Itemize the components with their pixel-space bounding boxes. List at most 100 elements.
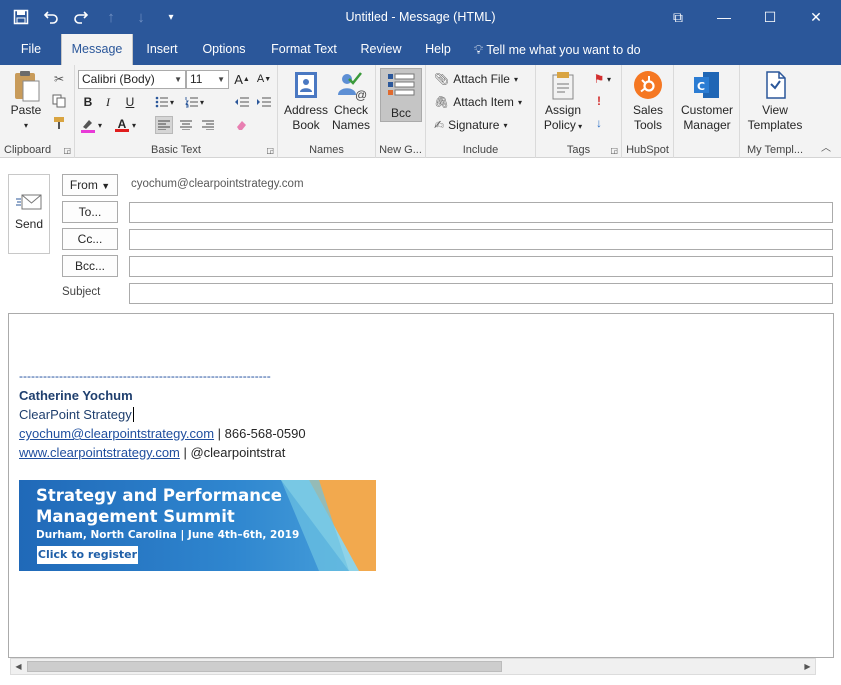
clipboard-icon [10, 69, 42, 102]
chevron-down-icon[interactable]: ▾ [197, 93, 207, 111]
hubspot-group-label: HubSpot [626, 144, 669, 156]
tab-review[interactable]: Review [356, 34, 406, 65]
basic-text-launcher-icon[interactable]: ◲ [266, 146, 274, 155]
signature-phone: | 866-568-0590 [214, 426, 306, 441]
signature-divider: ----------------------------------------… [19, 369, 271, 383]
chevron-down-icon[interactable]: ▾ [129, 116, 139, 134]
decrease-indent-icon[interactable] [233, 93, 251, 111]
chevron-down-icon[interactable]: ▾ [95, 116, 105, 134]
chevron-down-icon[interactable]: ▾ [167, 93, 177, 111]
summit-banner[interactable]: Strategy and Performance Management Summ… [19, 480, 376, 571]
banner-title-1: Strategy and Performance [36, 486, 282, 505]
subject-label: Subject [62, 286, 101, 298]
group-hubspot: Sales Tools HubSpot [622, 65, 674, 158]
names-group-label: Names [309, 144, 344, 156]
tags-group-label: Tags [566, 144, 591, 156]
attach-file-button[interactable]: 📎︎ Attach File ▾ [434, 69, 518, 89]
grow-font-icon[interactable]: A ▲ [233, 70, 251, 88]
tab-message[interactable]: Message [61, 34, 133, 65]
align-right-icon[interactable] [199, 116, 217, 134]
send-button[interactable]: Send [8, 174, 50, 254]
hubspot-icon [632, 69, 664, 101]
font-size-select[interactable]: 11 ▼ [186, 70, 229, 89]
low-importance-icon[interactable]: ↓ [590, 114, 608, 132]
maximize-button[interactable]: ☐ [747, 0, 793, 34]
italic-icon[interactable]: I [99, 93, 117, 111]
signature-handle: | @clearpointstrat [179, 445, 286, 460]
high-importance-icon[interactable]: ! [590, 92, 608, 110]
ribbon: Paste ▾ ✂ Clipboard ◲ Calibri (Body) ▼ 11… [0, 65, 841, 158]
scroll-left-icon[interactable]: ◀ [11, 659, 26, 674]
bcc-field[interactable] [129, 256, 833, 277]
address-book-button[interactable]: Address Book [282, 69, 330, 133]
click-to-register-button[interactable]: Click to register [37, 546, 138, 564]
increase-indent-icon[interactable] [255, 93, 273, 111]
group-customer-manager: C Customer Manager [674, 65, 740, 158]
tell-me-box[interactable]: 💡︎ Tell me what you want to do [474, 34, 654, 65]
align-center-icon[interactable] [177, 116, 195, 134]
policy-icon [547, 69, 579, 101]
group-names: Address Book @ Check Names Names [278, 65, 376, 158]
group-new: Bcc New G... [376, 65, 426, 158]
assign-policy-button[interactable]: Assign Policy ▾ [538, 69, 588, 134]
group-my-templates: View Templates My Templ... [740, 65, 810, 158]
bold-icon[interactable]: B [79, 93, 97, 111]
message-body[interactable]: ----------------------------------------… [8, 313, 834, 658]
cc-field[interactable] [129, 229, 833, 250]
chevron-down-icon: ▼ [217, 75, 225, 84]
paperclip-icon: 📎︎ [434, 72, 450, 86]
signature-website-link[interactable]: www.clearpointstrategy.com [19, 445, 180, 460]
my-templates-group-label: My Templ... [746, 144, 804, 156]
horizontal-scrollbar[interactable]: ◀ ▶ [10, 658, 816, 675]
templates-icon [759, 69, 791, 101]
clipboard-launcher-icon[interactable]: ◲ [63, 146, 71, 155]
group-include: 📎︎ Attach File ▾ 🖇︎ Attach Item ▾ ✍︎ Signatur… [426, 65, 536, 158]
tab-format-text[interactable]: Format Text [266, 34, 342, 65]
new-group-label: New G... [379, 144, 422, 156]
signature-button[interactable]: ✍︎ Signature ▾ [434, 115, 507, 135]
restore-ribbon-icon[interactable]: ⧉ [655, 0, 701, 34]
group-basic-text: Calibri (Body) ▼ 11 ▼ A ▲ A ▼ B I U ▾ ▾ ▾ A … [75, 65, 278, 158]
customer-manager-button[interactable]: C Customer Manager [676, 69, 738, 133]
attach-item-button[interactable]: 🖇︎ Attach Item ▾ [434, 92, 522, 112]
signature-icon: ✍︎ [434, 118, 445, 132]
tab-options[interactable]: Options [196, 34, 252, 65]
collapse-ribbon-icon[interactable]: ︿ [821, 139, 831, 154]
bcc-field-button[interactable]: Bcc... [62, 255, 118, 277]
from-button[interactable]: From ▼ [62, 174, 118, 196]
signature-email-link[interactable]: cyochum@clearpointstrategy.com [19, 426, 214, 441]
sales-tools-button[interactable]: Sales Tools [624, 69, 672, 133]
to-field[interactable] [129, 202, 833, 223]
view-templates-button[interactable]: View Templates [742, 69, 808, 133]
copy-icon[interactable] [50, 92, 68, 110]
scroll-right-icon[interactable]: ▶ [800, 659, 815, 674]
chevron-down-icon[interactable]: ▾ [604, 70, 614, 88]
cut-icon[interactable]: ✂ [50, 70, 68, 88]
tab-help[interactable]: Help [418, 34, 458, 65]
scrollbar-thumb[interactable] [27, 661, 502, 672]
shrink-font-icon[interactable]: A ▼ [255, 70, 273, 88]
paste-button[interactable]: Paste ▾ [6, 69, 46, 133]
align-left-icon[interactable] [155, 116, 173, 134]
banner-location: Durham, North Carolina | June 4th–6th, 2… [36, 529, 300, 541]
tab-file[interactable]: File [10, 34, 52, 65]
tab-insert[interactable]: Insert [138, 34, 186, 65]
chevron-down-icon: ▼ [174, 75, 182, 84]
font-name-select[interactable]: Calibri (Body) ▼ [78, 70, 186, 89]
title-bar: ↑ ↓ ▾ Untitled - Message (HTML) ⧉ — ☐ ✕ [0, 0, 841, 34]
signature-company: ClearPoint Strategy [19, 407, 134, 422]
check-names-button[interactable]: @ Check Names [328, 69, 374, 133]
subject-field[interactable] [129, 283, 833, 304]
to-button[interactable]: To... [62, 201, 118, 223]
close-button[interactable]: ✕ [793, 0, 839, 34]
bcc-button[interactable]: Bcc [380, 68, 422, 122]
minimize-button[interactable]: — [701, 0, 747, 34]
clear-formatting-icon[interactable] [233, 116, 251, 134]
lightbulb-icon: 💡︎ [474, 42, 484, 57]
underline-icon[interactable]: U [121, 93, 139, 111]
include-group-label: Include [462, 144, 499, 156]
format-painter-icon[interactable] [50, 114, 68, 132]
group-clipboard: Paste ▾ ✂ Clipboard ◲ [0, 65, 75, 158]
cc-button[interactable]: Cc... [62, 228, 118, 250]
tags-launcher-icon[interactable]: ◲ [610, 146, 618, 155]
